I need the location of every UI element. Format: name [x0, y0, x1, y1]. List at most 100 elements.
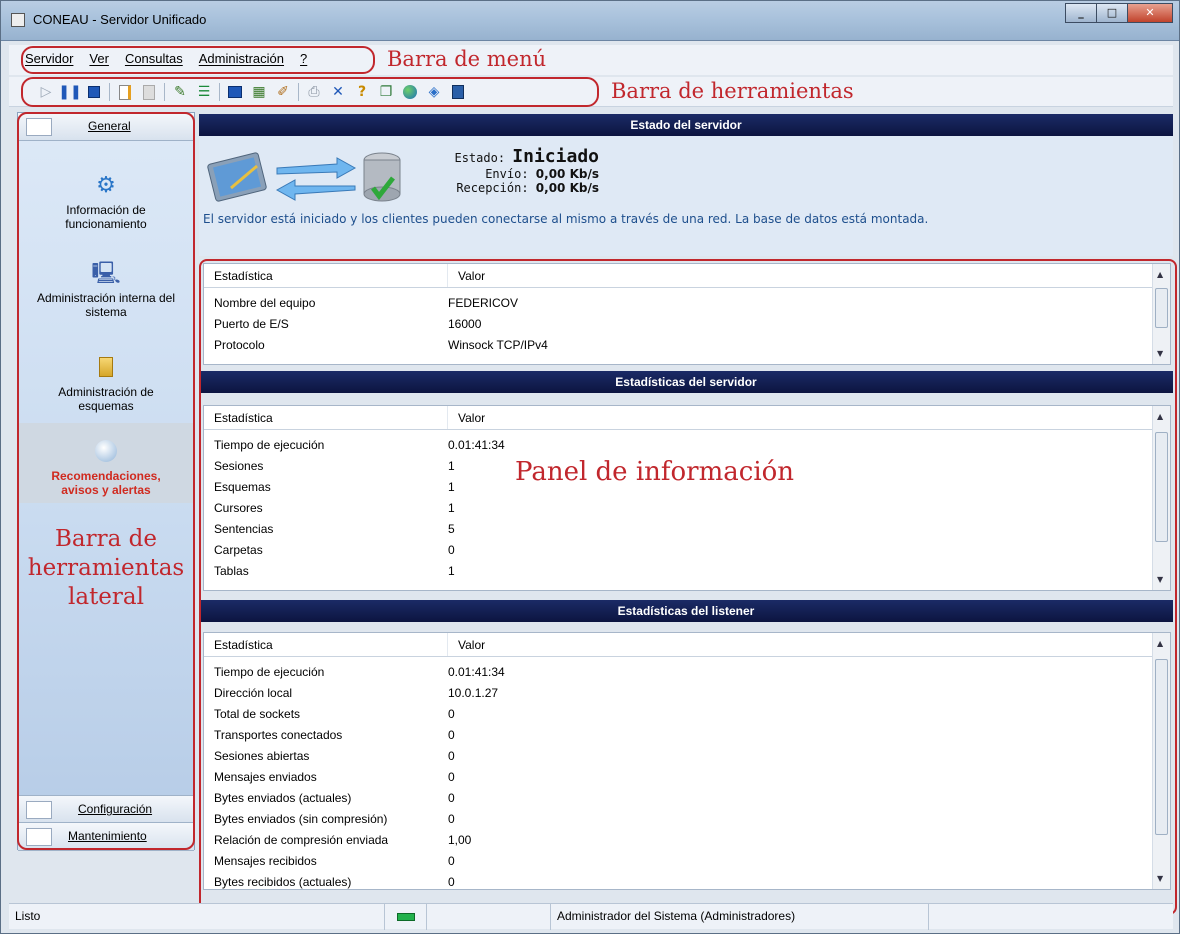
stat-name: Protocolo [214, 338, 265, 352]
server-stats-grid[interactable]: Estadística Valor Tiempo de ejecución 0.0… [203, 405, 1171, 591]
scroll-up-icon[interactable]: ▲ [1157, 270, 1163, 279]
sidebar-item-label: Administración de esquemas [58, 385, 154, 413]
stat-name: Sesiones [214, 459, 264, 473]
resize-grip-icon[interactable] [929, 904, 1159, 930]
status-user: Administrador del Sistema (Administrador… [551, 904, 929, 930]
stat-value: 10.0.1.27 [448, 686, 499, 700]
general-info-grid[interactable]: Estadística Valor Nombre del equipo FEDER… [203, 263, 1171, 365]
table-row[interactable]: Puerto de E/S 16000 [204, 317, 1170, 338]
stat-value: 5 [448, 522, 455, 536]
stat-name: Tiempo de ejecución [214, 438, 325, 452]
server-connection-icon [207, 152, 401, 202]
table-row[interactable]: Nombre del equipo FEDERICOV [204, 296, 1170, 317]
folder-icon [92, 353, 120, 381]
stat-name: Esquemas [214, 480, 271, 494]
stat-name: Tablas [214, 564, 249, 578]
stat-name: Relación de compresión enviada [214, 833, 389, 847]
stat-value: 0 [448, 543, 455, 557]
vertical-scrollbar[interactable]: ▲ ▼ [1152, 264, 1170, 364]
column-header-estadistica[interactable]: Estadística [204, 264, 448, 287]
sidebar-item-administracion-interna[interactable]: 🖳 Administración interna del sistema [18, 255, 194, 353]
close-button[interactable]: ✕ [1127, 3, 1173, 23]
sidebar-annotation: Barra de herramientas lateral [19, 525, 193, 612]
stat-name: Bytes enviados (actuales) [214, 791, 352, 805]
table-row[interactable]: Mensajes enviados 0 [204, 770, 1170, 791]
stat-name: Puerto de E/S [214, 317, 289, 331]
app-window: CONEAU - Servidor Unificado _ □ ✕ Servid… [0, 0, 1180, 934]
column-header-valor[interactable]: Valor [448, 264, 485, 287]
column-header-valor[interactable]: Valor [448, 633, 485, 656]
scroll-up-icon[interactable]: ▲ [1157, 639, 1163, 648]
section-header-server-stats: Estadísticas del servidor [199, 371, 1173, 393]
stat-name: Bytes recibidos (actuales) [214, 875, 352, 889]
sidebar-item-recomendaciones[interactable]: Recomendaciones, avisos y alertas [18, 423, 194, 503]
listener-stats-grid[interactable]: Estadística Valor Tiempo de ejecución 0.0… [203, 632, 1171, 890]
table-row[interactable]: Dirección local 10.0.1.27 [204, 686, 1170, 707]
table-row[interactable]: Sesiones abiertas 0 [204, 749, 1170, 770]
sidebar-tab-mantenimiento[interactable]: Mantenimiento [18, 823, 194, 851]
table-row[interactable]: Protocolo Winsock TCP/IPv4 [204, 338, 1170, 359]
recepcion-value: 0,00 Kb/s [535, 181, 599, 195]
table-row[interactable]: Sentencias 5 [204, 522, 1170, 543]
panel-icon [26, 801, 52, 819]
stat-name: Tiempo de ejecución [214, 665, 325, 679]
sidebar: General ⚙ Información de funcionamiento … [17, 112, 195, 851]
column-header-estadistica[interactable]: Estadística [204, 406, 448, 429]
scroll-down-icon[interactable]: ▼ [1157, 874, 1163, 883]
stat-value: 0 [448, 770, 455, 784]
sidebar-item-informacion[interactable]: ⚙ Información de funcionamiento [18, 147, 194, 255]
server-state-panel: Estado: Iniciado Envío: 0,00 Kb/s Recepc… [199, 136, 1173, 256]
envio-label: Envío: [485, 167, 529, 181]
table-row[interactable]: Tiempo de ejecución 0.01:41:34 [204, 438, 1170, 459]
stat-name: Sentencias [214, 522, 274, 536]
sidebar-tab-label: Mantenimiento [68, 829, 147, 843]
stat-value: 0 [448, 791, 455, 805]
minimize-button[interactable]: _ [1065, 3, 1097, 23]
section-header-estado: Estado del servidor [199, 114, 1173, 136]
table-row[interactable]: Bytes enviados (actuales) 0 [204, 791, 1170, 812]
sidebar-item-esquemas[interactable]: Administración de esquemas [18, 353, 194, 423]
title-bar[interactable]: CONEAU - Servidor Unificado _ □ ✕ [1, 1, 1179, 41]
table-row[interactable]: Bytes recibidos (actuales) 0 [204, 875, 1170, 889]
sidebar-tab-general[interactable]: General [18, 113, 194, 141]
scroll-down-icon[interactable]: ▼ [1157, 575, 1163, 584]
section-header-listener-stats: Estadísticas del listener [199, 600, 1173, 622]
table-row[interactable]: Tiempo de ejecución 0.01:41:34 [204, 665, 1170, 686]
scrollbar-thumb[interactable] [1155, 659, 1168, 835]
panel-icon [26, 828, 52, 846]
table-row[interactable]: Transportes conectados 0 [204, 728, 1170, 749]
panel-icon [26, 118, 52, 136]
vertical-scrollbar[interactable]: ▲ ▼ [1152, 406, 1170, 590]
stat-value: 0.01:41:34 [448, 665, 505, 679]
connection-led-icon [385, 904, 427, 930]
grid-body: Tiempo de ejecución 0.01:41:34 Dirección … [204, 657, 1170, 889]
table-row[interactable]: Mensajes recibidos 0 [204, 854, 1170, 875]
stat-name: Mensajes enviados [214, 770, 317, 784]
table-row[interactable]: Bytes enviados (sin compresión) 0 [204, 812, 1170, 833]
scroll-down-icon[interactable]: ▼ [1157, 349, 1163, 358]
stat-value: 0 [448, 707, 455, 721]
column-header-valor[interactable]: Valor [448, 406, 485, 429]
vertical-scrollbar[interactable]: ▲ ▼ [1152, 633, 1170, 889]
scroll-up-icon[interactable]: ▲ [1157, 412, 1163, 421]
column-header-estadistica[interactable]: Estadística [204, 633, 448, 656]
scrollbar-thumb[interactable] [1155, 432, 1168, 542]
stat-name: Sesiones abiertas [214, 749, 310, 763]
table-row[interactable]: Carpetas 0 [204, 543, 1170, 564]
grid-header: Estadística Valor [204, 633, 1170, 657]
table-row[interactable]: Tablas 1 [204, 564, 1170, 585]
maximize-button[interactable]: □ [1096, 3, 1128, 23]
sidebar-tab-configuracion[interactable]: Configuración [18, 795, 194, 823]
stat-value: 0.01:41:34 [448, 438, 505, 452]
table-row[interactable]: Cursores 1 [204, 501, 1170, 522]
table-row[interactable]: Relación de compresión enviada 1,00 [204, 833, 1170, 854]
estado-label: Estado: [454, 151, 506, 165]
estado-value: Iniciado [512, 146, 599, 167]
sidebar-tab-label: General [88, 119, 131, 133]
sidebar-annotation-line: lateral [68, 584, 144, 610]
table-row[interactable]: Total de sockets 0 [204, 707, 1170, 728]
stat-value: 1,00 [448, 833, 472, 847]
scrollbar-thumb[interactable] [1155, 288, 1168, 328]
stat-value: 0 [448, 812, 455, 826]
menu-annotation-outline [21, 46, 375, 74]
